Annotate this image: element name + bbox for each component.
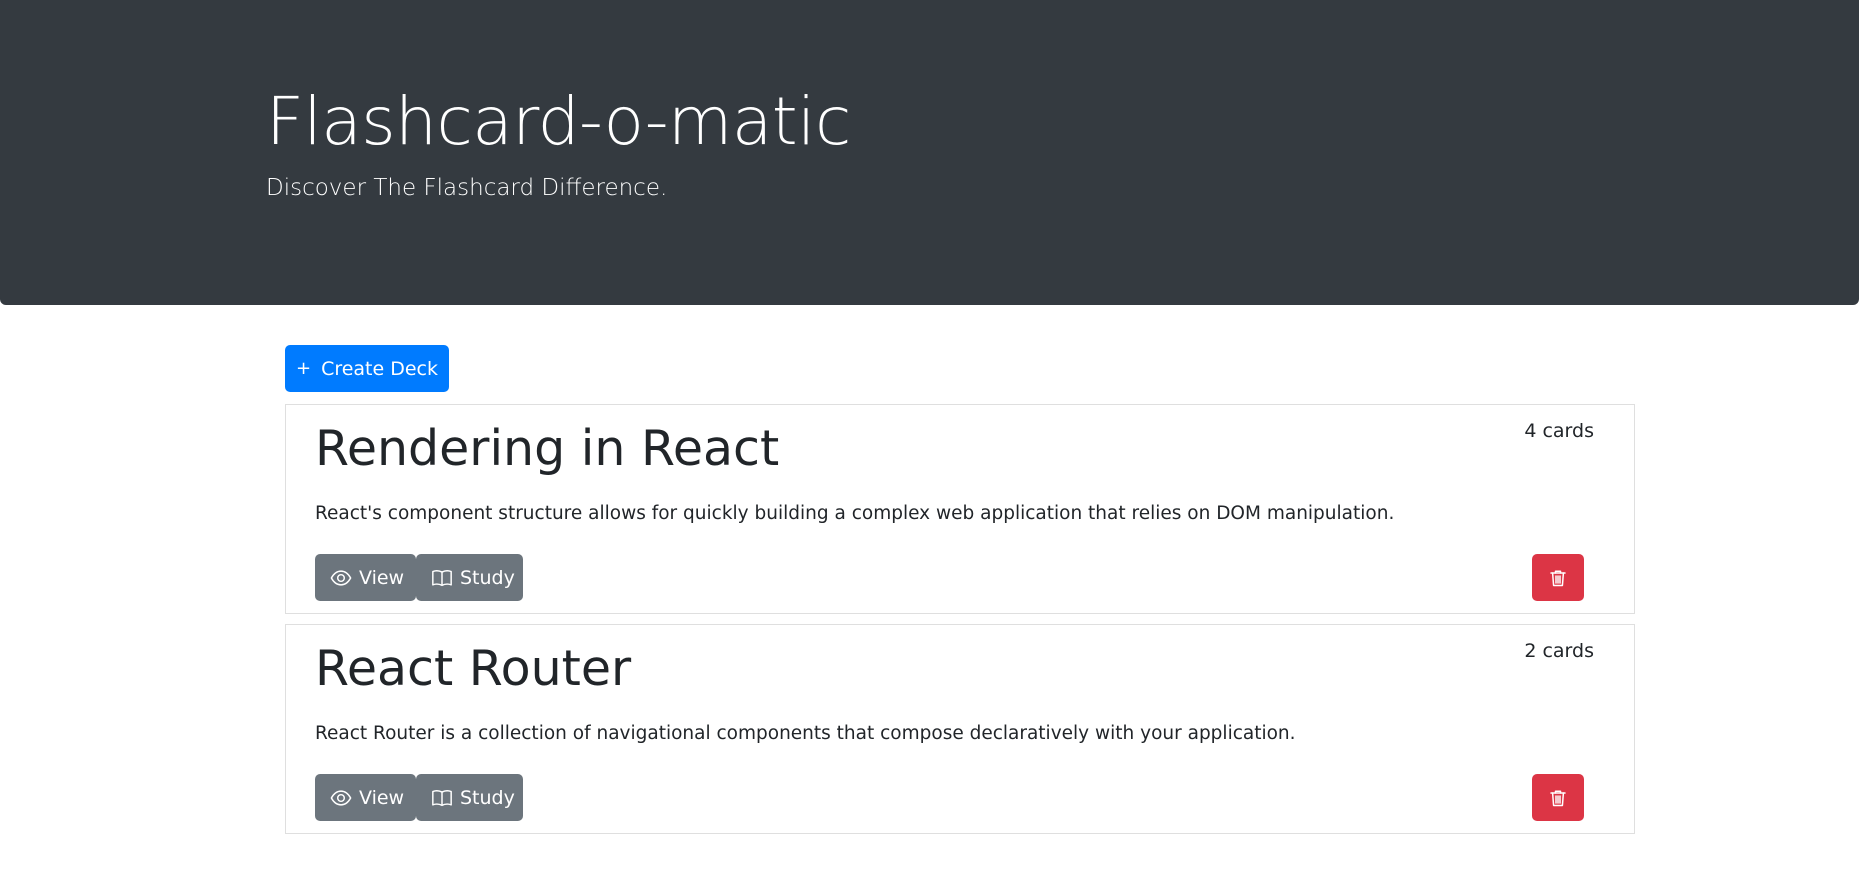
deck-card-count: 4 cards	[1524, 420, 1594, 442]
deck-card-count: 2 cards	[1524, 640, 1594, 662]
trash-icon	[1550, 789, 1566, 806]
study-deck-button[interactable]: Study	[416, 774, 523, 821]
create-deck-label: Create Deck	[321, 357, 439, 380]
book-icon	[432, 789, 452, 806]
deck-description: React Router is a collection of navigati…	[315, 723, 1296, 744]
study-deck-button[interactable]: Study	[416, 554, 523, 601]
plus-icon: +	[295, 357, 312, 379]
view-label: View	[359, 786, 405, 809]
delete-deck-button[interactable]	[1532, 554, 1584, 601]
view-label: View	[359, 566, 405, 589]
deck-card: React Router 2 cards React Router is a c…	[285, 624, 1635, 834]
trash-icon	[1550, 569, 1566, 586]
page-lead: Discover The Flashcard Difference.	[266, 175, 668, 201]
delete-deck-button[interactable]	[1532, 774, 1584, 821]
create-deck-button[interactable]: + Create Deck	[285, 345, 449, 392]
eye-icon	[330, 569, 352, 586]
view-deck-button[interactable]: View	[315, 554, 416, 601]
page-title: Flashcard-o-matic	[266, 83, 851, 160]
study-label: Study	[460, 566, 515, 589]
deck-actions: View Study	[315, 554, 523, 601]
deck-description: React's component structure allows for q…	[315, 503, 1395, 524]
deck-name: Rendering in React	[315, 420, 780, 477]
study-label: Study	[460, 786, 515, 809]
jumbotron-header: Flashcard-o-matic Discover The Flashcard…	[0, 0, 1859, 305]
deck-name: React Router	[315, 640, 632, 697]
book-icon	[432, 569, 452, 586]
view-deck-button[interactable]: View	[315, 774, 416, 821]
deck-actions: View Study	[315, 774, 523, 821]
deck-card: Rendering in React 4 cards React's compo…	[285, 404, 1635, 614]
eye-icon	[330, 789, 352, 806]
